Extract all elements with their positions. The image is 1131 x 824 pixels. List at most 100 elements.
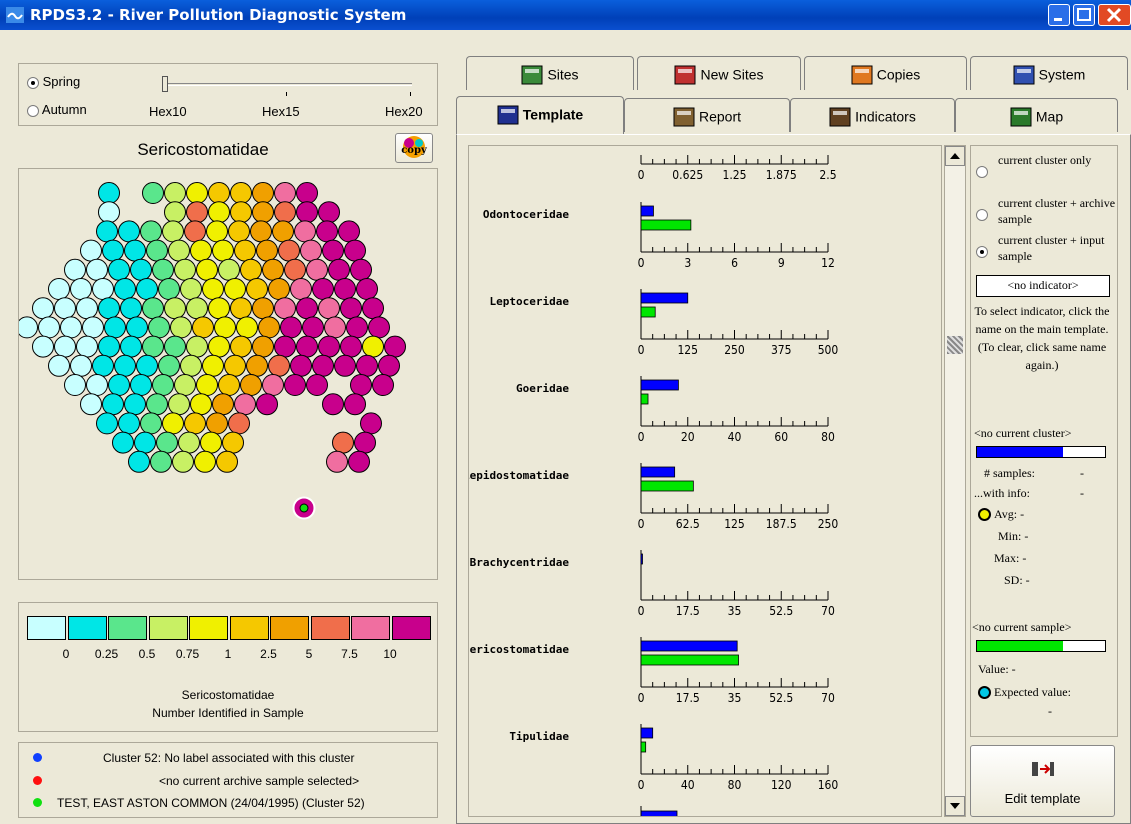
tab-system[interactable]: System xyxy=(970,56,1128,90)
hex-cell[interactable] xyxy=(102,393,124,416)
hex-cell[interactable] xyxy=(228,412,250,435)
scroll-down-button[interactable] xyxy=(945,796,965,816)
hex-cell[interactable] xyxy=(284,258,306,281)
hex-cell[interactable] xyxy=(48,354,70,377)
hex-cell[interactable] xyxy=(164,335,186,358)
hex-cell[interactable] xyxy=(274,335,296,358)
hex-cell[interactable] xyxy=(296,297,318,320)
hex-cell[interactable] xyxy=(368,316,390,339)
hex-cell[interactable] xyxy=(164,297,186,320)
hex-cell[interactable] xyxy=(346,316,368,339)
hex-cell[interactable] xyxy=(170,316,192,339)
hex-cell[interactable] xyxy=(98,201,120,224)
tab-copies[interactable]: Copies xyxy=(804,56,967,90)
tab-template[interactable]: Template xyxy=(456,96,624,134)
hex-cell[interactable] xyxy=(344,393,366,416)
taxon-label[interactable]: Lepidostomatidae xyxy=(469,469,569,482)
tab-report[interactable]: Report xyxy=(624,98,790,132)
slider-thumb[interactable] xyxy=(162,76,168,92)
hex-cell[interactable] xyxy=(262,258,284,281)
hex-cell[interactable] xyxy=(274,182,296,204)
hex-cell[interactable] xyxy=(180,278,202,300)
hex-cell[interactable] xyxy=(212,393,234,416)
spring-radio[interactable]: Spring xyxy=(27,74,80,89)
close-button[interactable] xyxy=(1098,4,1131,26)
hex-cell[interactable] xyxy=(64,374,86,396)
hex-cell[interactable] xyxy=(196,258,218,281)
hex-cell[interactable] xyxy=(214,316,236,339)
hex-cell[interactable] xyxy=(280,316,302,339)
hex-cell[interactable] xyxy=(208,182,230,204)
hex-cell[interactable] xyxy=(340,297,362,320)
hex-cell[interactable] xyxy=(350,374,372,396)
hex-cell[interactable] xyxy=(294,220,316,243)
hex-cell[interactable] xyxy=(192,316,214,339)
hex-cell[interactable] xyxy=(124,393,146,416)
hex-cell[interactable] xyxy=(186,297,208,320)
hex-cell[interactable] xyxy=(70,278,92,300)
hex-cell[interactable] xyxy=(328,258,350,281)
hex-cell[interactable] xyxy=(152,374,174,396)
hex-cell[interactable] xyxy=(272,220,294,243)
hex-cell[interactable] xyxy=(230,335,252,358)
hex-cell[interactable] xyxy=(178,431,200,454)
hex-cell[interactable] xyxy=(208,335,230,358)
hex-cell[interactable] xyxy=(104,316,126,339)
hex-cell[interactable] xyxy=(184,220,206,243)
hex-cell[interactable] xyxy=(158,354,180,377)
hex-cell[interactable] xyxy=(208,297,230,320)
hex-cell[interactable] xyxy=(82,316,104,339)
hex-cell[interactable] xyxy=(194,450,216,473)
tab-new-sites[interactable]: New Sites xyxy=(637,56,801,90)
hex-cell[interactable] xyxy=(230,297,252,320)
hex-cell[interactable] xyxy=(76,297,98,320)
hex-cell[interactable] xyxy=(130,258,152,281)
hex-cell[interactable] xyxy=(186,182,208,204)
hex-cell[interactable] xyxy=(180,354,202,377)
hex-cell[interactable] xyxy=(128,450,150,473)
hex-cell[interactable] xyxy=(262,374,284,396)
hex-cell[interactable] xyxy=(158,278,180,300)
hex-cell[interactable] xyxy=(212,239,234,262)
hex-cell[interactable] xyxy=(118,220,140,243)
hex-cell[interactable] xyxy=(230,182,252,204)
hex-cell[interactable] xyxy=(54,335,76,358)
hex-cell[interactable] xyxy=(240,258,262,281)
edit-template-button[interactable]: Edit template xyxy=(970,745,1115,817)
hex-cell[interactable] xyxy=(362,297,384,320)
hex-cell[interactable] xyxy=(98,182,120,204)
hex-cell[interactable] xyxy=(324,316,346,339)
hex-cell[interactable] xyxy=(296,335,318,358)
hex-cell[interactable] xyxy=(246,354,268,377)
hex-cell[interactable] xyxy=(134,431,156,454)
hex-cell[interactable] xyxy=(92,354,114,377)
hex-cell[interactable] xyxy=(136,278,158,300)
hex-cell[interactable] xyxy=(120,335,142,358)
hex-cell[interactable] xyxy=(98,297,120,320)
hex-cell[interactable] xyxy=(354,431,376,454)
hex-cell[interactable] xyxy=(38,316,60,339)
hex-cell[interactable] xyxy=(208,201,230,224)
hex-cell[interactable] xyxy=(196,374,218,396)
hex-slider[interactable] xyxy=(162,76,414,96)
hex-cell[interactable] xyxy=(372,374,394,396)
hex-cell[interactable] xyxy=(274,201,296,224)
autumn-radio[interactable]: Autumn xyxy=(27,102,87,117)
hex-cell[interactable] xyxy=(252,335,274,358)
hex-cell[interactable] xyxy=(32,335,54,358)
hex-cell[interactable] xyxy=(206,220,228,243)
hex-cell[interactable] xyxy=(250,220,272,243)
tab-sites[interactable]: Sites xyxy=(466,56,634,90)
hex-cell[interactable] xyxy=(224,354,246,377)
hex-cell[interactable] xyxy=(162,412,184,435)
hex-cell[interactable] xyxy=(258,316,280,339)
hex-cell[interactable] xyxy=(306,258,328,281)
hex-cell[interactable] xyxy=(290,278,312,300)
hex-cell[interactable] xyxy=(318,297,340,320)
hex-cell[interactable] xyxy=(202,278,224,300)
hex-cell[interactable] xyxy=(148,316,170,339)
hex-cell[interactable] xyxy=(316,220,338,243)
hex-cell[interactable] xyxy=(200,431,222,454)
hex-cell[interactable] xyxy=(114,354,136,377)
hex-cell[interactable] xyxy=(112,431,134,454)
